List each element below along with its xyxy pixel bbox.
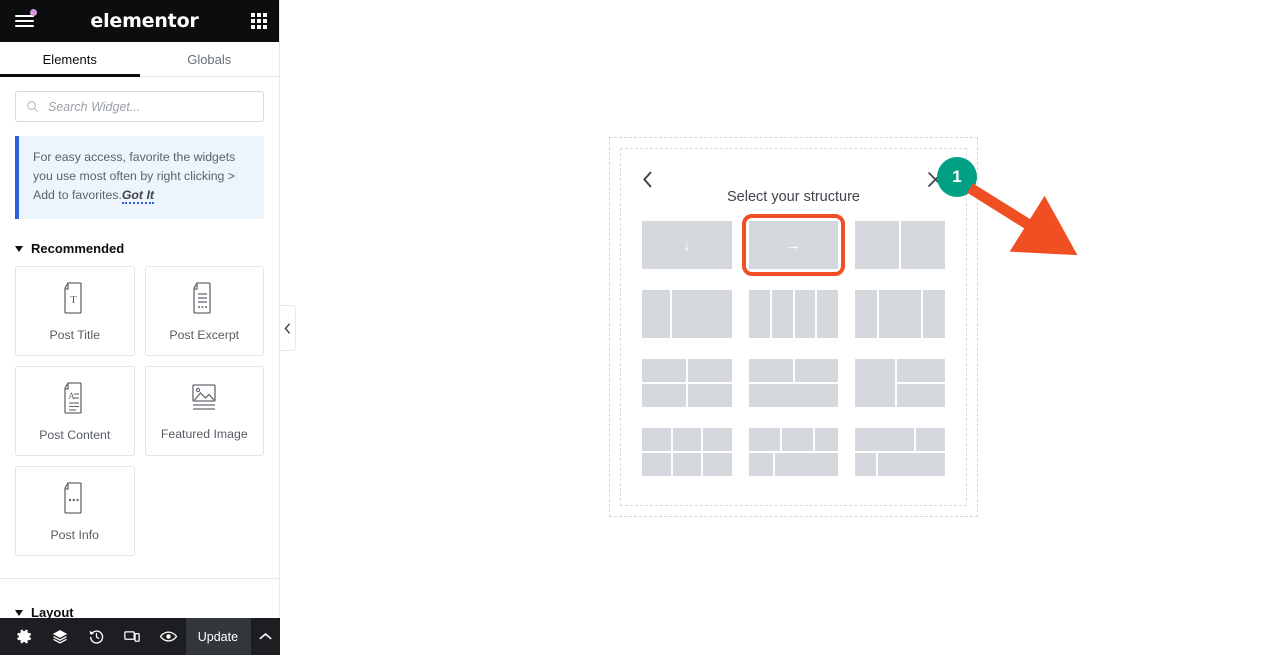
got-it-link[interactable]: Got It xyxy=(121,188,154,205)
preset-two-top-one-bottom[interactable] xyxy=(748,359,839,407)
apps-grid-icon[interactable] xyxy=(250,13,267,29)
settings-gear-icon[interactable] xyxy=(6,618,42,655)
widget-featured-image[interactable]: Featured Image xyxy=(144,366,264,457)
notification-dot-icon xyxy=(30,9,37,16)
preset-left-full-two-right[interactable] xyxy=(855,359,945,407)
preset-two-columns-equal[interactable] xyxy=(855,221,945,269)
bottom-bar-icons xyxy=(0,618,186,655)
structure-title: Select your structure xyxy=(727,189,860,205)
widget-post-info[interactable]: Post Info xyxy=(15,466,135,557)
navigator-layers-icon[interactable] xyxy=(42,618,78,655)
elementor-logo: elementor xyxy=(90,10,199,32)
featured-image-icon xyxy=(192,383,216,410)
preset-single-column-down[interactable]: ↓ xyxy=(642,221,732,269)
preset-three-top-two-bottom[interactable] xyxy=(748,428,839,476)
annotation-step-badge: 1 xyxy=(937,157,977,197)
panel-scroll-area: For easy access, favorite the widgets yo… xyxy=(0,132,279,655)
widget-label: Post Info xyxy=(50,527,100,542)
svg-text:A: A xyxy=(68,391,75,401)
elements-sidebar-panel: elementor Elements Globals For easy xyxy=(0,0,296,655)
panel-header: elementor xyxy=(0,0,279,42)
preset-four-columns-equal[interactable] xyxy=(748,290,839,338)
post-title-icon: T xyxy=(64,281,82,314)
widget-post-content[interactable]: A Post Content xyxy=(15,366,135,457)
preset-single-column-right[interactable]: → xyxy=(741,214,846,276)
structure-preset-grid: ↓ → xyxy=(642,214,945,476)
preset-two-top-two-bottom-offset[interactable] xyxy=(855,428,945,476)
preview-eye-icon[interactable] xyxy=(150,618,186,655)
widget-label: Post Excerpt xyxy=(169,327,240,342)
update-button[interactable]: Update xyxy=(186,618,250,655)
editor-bottom-bar: Update xyxy=(0,618,280,655)
post-info-icon xyxy=(64,481,82,514)
preset-grid-two-by-two[interactable] xyxy=(642,359,732,407)
caret-down-icon xyxy=(15,609,23,616)
editor-canvas: Select your structure ↓ → 1 xyxy=(280,0,1280,655)
search-icon xyxy=(27,101,38,112)
preset-two-columns-33-66[interactable] xyxy=(642,290,732,338)
chevron-up-icon[interactable] xyxy=(249,618,280,655)
elementor-editor: elementor Elements Globals For easy xyxy=(0,0,1280,655)
widget-label: Post Content xyxy=(39,427,111,442)
section-title-recommended: Recommended xyxy=(31,241,125,257)
post-content-icon: A xyxy=(64,381,82,414)
caret-down-icon xyxy=(15,245,23,252)
widget-grid-recommended: T Post Title Post Excerpt A Post Content… xyxy=(0,266,279,557)
tab-elements[interactable]: Elements xyxy=(0,42,140,77)
responsive-devices-icon[interactable] xyxy=(114,618,150,655)
favorites-notice-text: For easy access, favorite the widgets yo… xyxy=(33,150,236,205)
structure-selector: Select your structure ↓ → xyxy=(620,148,967,506)
panel-tabs: Elements Globals xyxy=(0,42,279,77)
section-drop-area: Select your structure ↓ → xyxy=(609,137,978,517)
hamburger-menu-icon[interactable] xyxy=(12,8,38,34)
annotation-arrow xyxy=(967,183,1078,256)
search-input[interactable] xyxy=(48,99,253,114)
widget-label: Post Title xyxy=(49,327,101,342)
svg-text:T: T xyxy=(70,294,77,306)
preset-grid-three-by-two[interactable] xyxy=(642,428,732,476)
preset-three-columns-25-50-25[interactable] xyxy=(855,290,945,338)
section-header-recommended[interactable]: Recommended xyxy=(0,219,279,266)
favorites-notice: For easy access, favorite the widgets yo… xyxy=(15,136,264,220)
widget-label: Featured Image xyxy=(160,426,248,441)
panel-collapse-handle[interactable] xyxy=(280,305,296,351)
search-container xyxy=(0,77,279,132)
widget-post-title[interactable]: T Post Title xyxy=(15,266,135,357)
tab-globals[interactable]: Globals xyxy=(140,42,280,76)
history-clock-icon[interactable] xyxy=(78,618,114,655)
widget-post-excerpt[interactable]: Post Excerpt xyxy=(144,266,264,357)
post-excerpt-icon xyxy=(193,281,211,314)
search-widget-box[interactable] xyxy=(15,91,264,122)
